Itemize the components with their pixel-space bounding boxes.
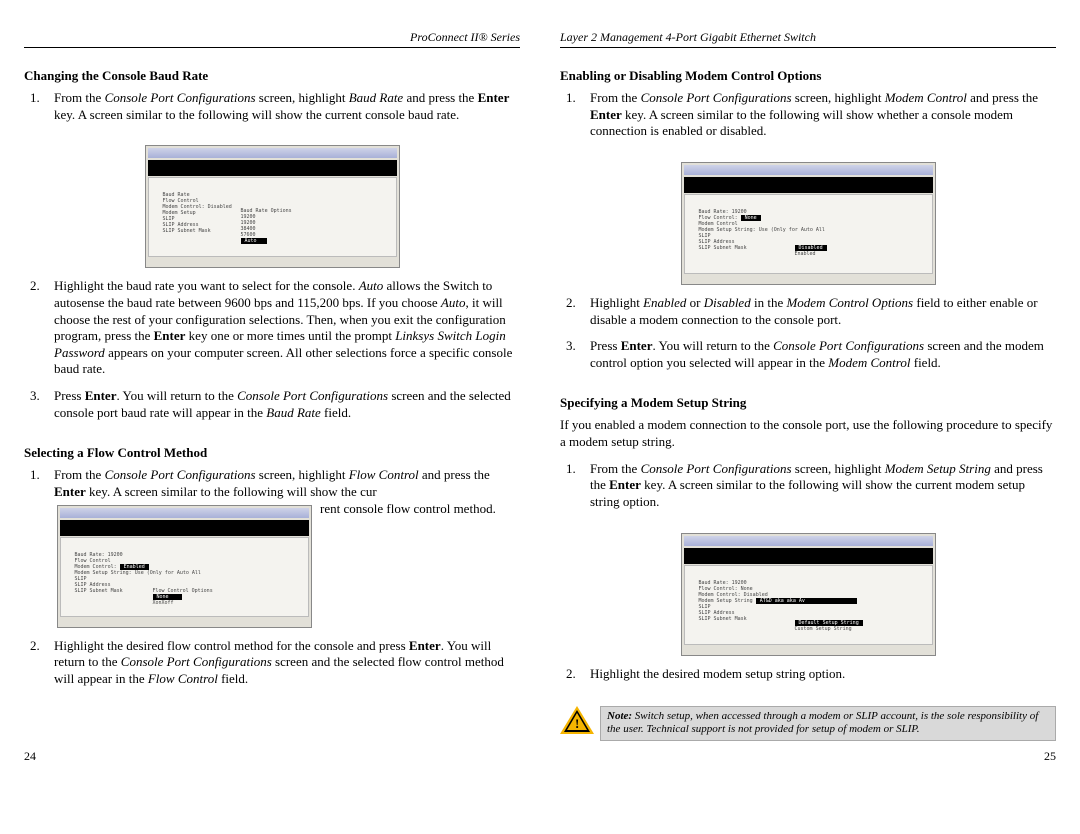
page-left: ProConnect II® Series Changing the Conso… [24,30,520,764]
step: Press Enter. You will return to the Cons… [560,338,1056,371]
step: Highlight the desired flow control metho… [24,638,520,688]
screenshot-modem-setup: Baud Rate: 19200Flow Control: NoneModem … [681,533,936,656]
intro-text: If you enabled a modem connection to the… [560,417,1056,450]
steps-modem-control: From the Console Port Configurations scr… [560,90,1056,150]
page-right: Layer 2 Management 4-Port Gigabit Ethern… [560,30,1056,764]
warning-icon: ! [560,706,594,736]
note-box: Note: Switch setup, when accessed throug… [600,706,1056,740]
running-head-right: Layer 2 Management 4-Port Gigabit Ethern… [560,30,1056,45]
page-number: 25 [560,741,1056,764]
step: Highlight the baud rate you want to sele… [24,278,520,378]
steps-baud-rate: From the Console Port Configurations scr… [24,90,520,133]
page-number: 24 [24,741,520,764]
screenshot-modem-control: Baud Rate: 19200Flow Control: NoneModem … [681,162,936,285]
step: From the Console Port Configurations scr… [560,461,1056,511]
steps-modem-setup-cont: Highlight the desired modem setup string… [560,666,1056,693]
steps-flow-control: From the Console Port Configurations scr… [24,467,520,697]
steps-baud-rate-cont: Highlight the baud rate you want to sele… [24,278,520,431]
screenshot-baud-rate: Baud RateFlow ControlModem Control: Disa… [145,145,400,268]
step: From the Console Port Configurations scr… [24,467,520,627]
document-spread: ProConnect II® Series Changing the Conso… [0,0,1080,776]
step: From the Console Port Configurations scr… [560,90,1056,140]
steps-modem-control-cont: Highlight Enabled or Disabled in the Mod… [560,295,1056,382]
note-row: ! Note: Switch setup, when accessed thro… [560,706,1056,740]
rule [560,47,1056,48]
step: From the Console Port Configurations scr… [24,90,520,123]
running-head-left: ProConnect II® Series [24,30,520,45]
heading-baud-rate: Changing the Console Baud Rate [24,68,520,84]
heading-modem-control: Enabling or Disabling Modem Control Opti… [560,68,1056,84]
step: Highlight the desired modem setup string… [560,666,1056,683]
heading-modem-setup: Specifying a Modem Setup String [560,395,1056,411]
heading-flow-control: Selecting a Flow Control Method [24,445,520,461]
step: Highlight Enabled or Disabled in the Mod… [560,295,1056,328]
steps-modem-setup: From the Console Port Configurations scr… [560,461,1056,521]
step: Press Enter. You will return to the Cons… [24,388,520,421]
rule [24,47,520,48]
